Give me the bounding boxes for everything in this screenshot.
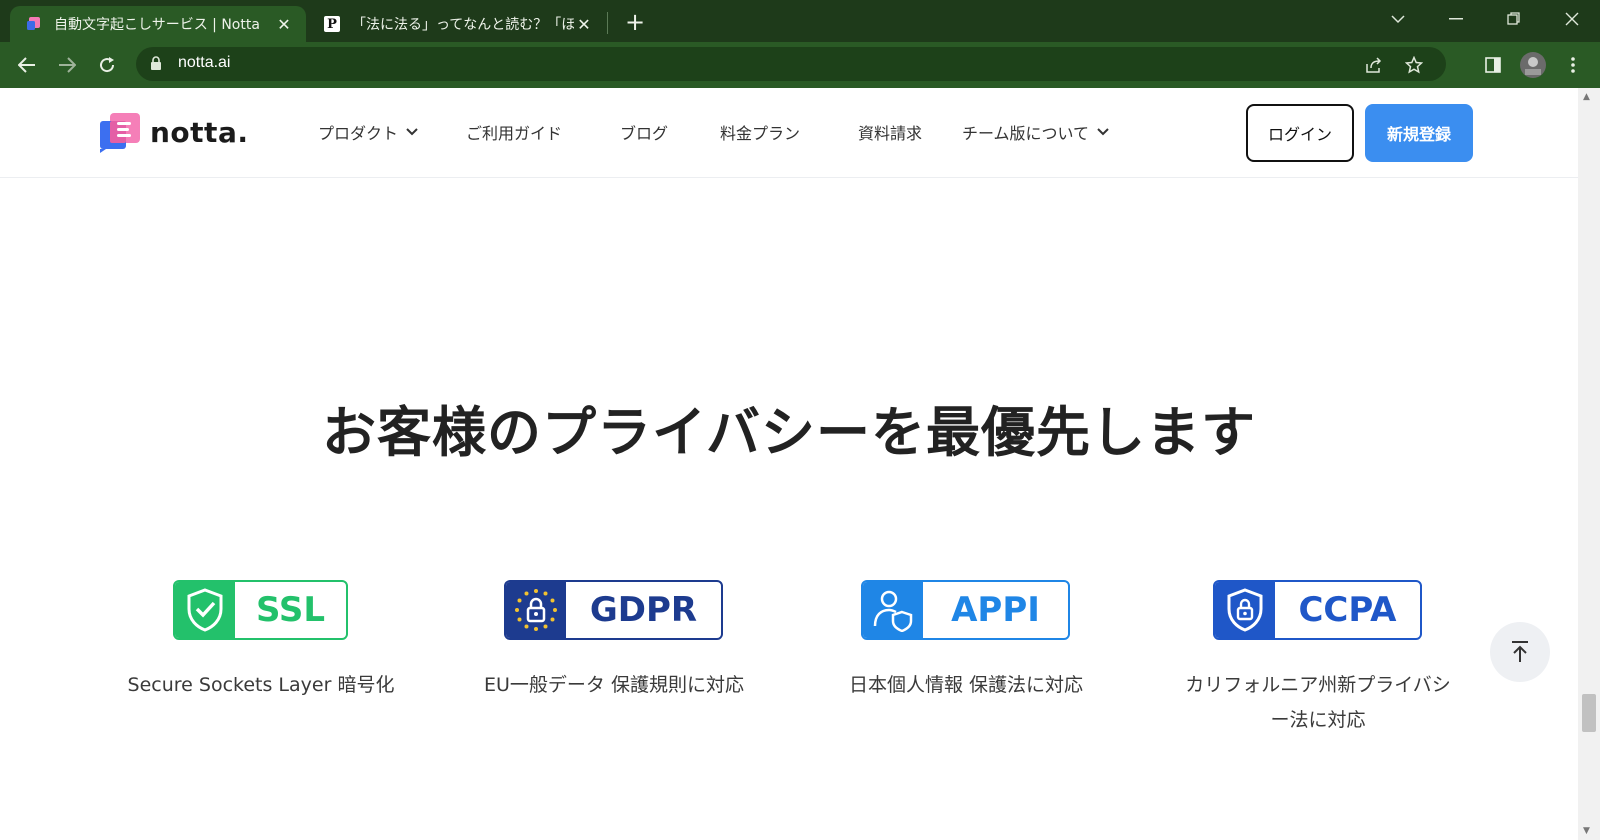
badge-label: SSL — [255, 590, 326, 630]
section-heading: お客様のプライバシーを最優先します — [322, 401, 1256, 464]
nav-label: チーム版について — [962, 124, 1090, 143]
badge-label: CCPA — [1298, 590, 1397, 630]
nav-label: ブログ — [620, 124, 669, 143]
browser-toolbar: notta.ai — [0, 42, 1600, 88]
minimize-icon[interactable] — [1436, 4, 1476, 34]
forward-arrow-icon[interactable] — [52, 50, 82, 80]
badge-label: GDPR — [589, 590, 698, 630]
menu-kebab-icon[interactable] — [1558, 50, 1588, 80]
nav-label: 料金プラン — [720, 124, 801, 143]
nav-product[interactable]: プロダクト — [318, 120, 418, 144]
nav-label: ご利用ガイド — [466, 124, 563, 143]
login-button[interactable]: ログイン — [1246, 104, 1354, 162]
ccpa-caption: カリフォルニア州新プライバシ ー法に対応 — [1152, 668, 1484, 738]
ccpa-badge: CCPA — [1213, 580, 1422, 640]
close-icon[interactable]: ✕ — [574, 14, 594, 34]
chevron-down-icon — [406, 125, 418, 139]
logo-wordmark: notta. — [150, 115, 249, 149]
web-page: notta. プロダクト ご利用ガイド ブログ 料金プラン 資料請求 チーム版に… — [0, 88, 1578, 840]
nav-request-docs[interactable]: 資料請求 — [858, 120, 922, 144]
tab-separator — [607, 12, 608, 34]
appi-caption: 日本個人情報 保護法に対応 — [848, 674, 1084, 696]
nav-label: プロダクト — [318, 124, 399, 143]
tab-article[interactable]: P 「法に法る」ってなんと読む？「ほうにほ ✕ — [308, 6, 606, 42]
gdpr-caption: EU一般データ 保護規則に対応 — [484, 674, 744, 696]
browser-tab-strip: 自動文字起こしサービス | Notta ✕ P 「法に法る」ってなんと読む？「ほ… — [0, 0, 1600, 42]
gdpr-badge: GDPR — [504, 580, 723, 640]
side-panel-icon[interactable] — [1478, 50, 1508, 80]
close-icon[interactable]: ✕ — [274, 14, 294, 34]
ssl-caption: Secure Sockets Layer 暗号化 — [127, 674, 395, 696]
profile-avatar[interactable] — [1518, 50, 1548, 80]
window-close-icon[interactable] — [1552, 4, 1592, 34]
nav-team[interactable]: チーム版について — [962, 120, 1109, 144]
bookmark-star-icon[interactable] — [1402, 53, 1426, 77]
notta-logo[interactable]: notta. — [98, 111, 248, 153]
new-tab-plus-icon[interactable]: + — [620, 8, 650, 36]
notta-logo-icon — [100, 113, 140, 153]
scrollbar-thumb[interactable] — [1582, 694, 1596, 732]
arrow-up-icon — [1512, 641, 1528, 662]
badge-label: APPI — [951, 590, 1040, 630]
nav-pricing[interactable]: 料金プラン — [720, 120, 800, 144]
back-arrow-icon[interactable] — [12, 50, 42, 80]
caption-line: カリフォルニア州新プライバシ — [1185, 674, 1451, 696]
reload-icon[interactable] — [92, 50, 122, 80]
scroll-up-arrow-icon[interactable]: ▲ — [1583, 92, 1590, 102]
tab-title: 自動文字起こしサービス | Notta — [54, 17, 260, 33]
chevron-down-icon — [1097, 125, 1109, 139]
scroll-down-arrow-icon[interactable]: ▼ — [1583, 826, 1590, 836]
nav-guide[interactable]: ご利用ガイド — [466, 120, 562, 144]
scroll-to-top-button[interactable] — [1490, 622, 1550, 682]
caption-line: ー法に対応 — [1270, 709, 1366, 731]
eu-lock-icon — [506, 582, 566, 638]
site-header: notta. プロダクト ご利用ガイド ブログ 料金プラン 資料請求 チーム版に… — [0, 88, 1578, 178]
page-scrollbar[interactable]: ▲ ▼ — [1578, 88, 1600, 840]
address-bar[interactable]: notta.ai — [136, 47, 1446, 81]
nav-blog[interactable]: ブログ — [620, 120, 668, 144]
tab-title: 「法に法る」ってなんと読む？「ほうにほ — [352, 17, 574, 33]
share-icon[interactable] — [1362, 53, 1386, 77]
shield-lock-icon — [1215, 582, 1275, 638]
lock-icon — [150, 56, 162, 75]
appi-badge: APPI — [861, 580, 1070, 640]
address-url: notta.ai — [178, 54, 231, 71]
shield-check-icon — [175, 582, 235, 638]
p-favicon-icon: P — [324, 16, 340, 32]
tab-notta[interactable]: 自動文字起こしサービス | Notta ✕ — [10, 6, 306, 42]
user-shield-icon — [863, 582, 923, 638]
tab-search-chevron-icon[interactable] — [1378, 4, 1418, 34]
nav-label: 資料請求 — [858, 124, 923, 143]
ssl-badge: SSL — [173, 580, 348, 640]
signup-button[interactable]: 新規登録 — [1365, 104, 1473, 162]
notta-favicon-icon — [26, 16, 42, 32]
restore-icon[interactable] — [1494, 4, 1534, 34]
